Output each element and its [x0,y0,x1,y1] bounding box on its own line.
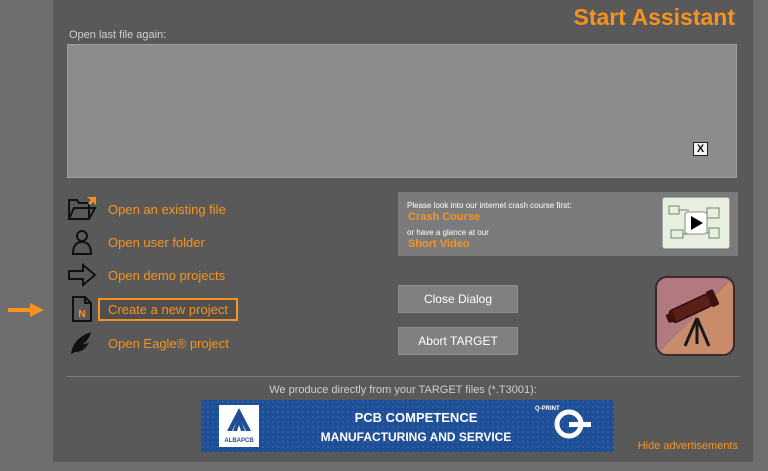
telescope-button[interactable] [655,276,735,356]
create-new-project-label: Create a new project [98,297,238,321]
open-demo-projects-label: Open demo projects [108,267,226,283]
help-info-panel: Please look into our internet crash cour… [398,192,738,256]
video-intro: or have a glance at our [407,228,489,237]
close-dialog-button[interactable]: Close Dialog [398,285,518,313]
arrow-right-icon [67,260,97,290]
crash-course-link[interactable]: Crash Course [408,211,480,223]
banner-subline: MANUFACTURING AND SERVICE [320,430,512,444]
svg-text:N: N [78,309,85,320]
start-assistant-dialog: Start Assistant Open last file again: X … [53,0,753,462]
banner-headline: PCB COMPETENCE [354,410,478,425]
new-file-icon: N [67,294,97,324]
open-existing-file-label: Open an existing file [108,201,226,217]
qprint-logo: Q-PRINT [531,404,609,448]
open-eagle-project-action[interactable]: Open Eagle® project [67,328,387,358]
video-thumbnail[interactable] [662,197,730,249]
dialog-title: Start Assistant [573,4,735,30]
ad-caption: We produce directly from your TARGET fil… [269,384,537,396]
recent-files-list[interactable]: X [67,44,737,178]
hide-advertisements-link[interactable]: Hide advertisements [638,440,738,452]
qprint-logo-text: Q-PRINT [535,406,560,412]
recent-files-label: Open last file again: [69,29,167,41]
open-demo-projects-action[interactable]: Open demo projects [67,260,387,290]
video-play-icon [668,205,720,239]
clear-recent-button[interactable]: X [693,142,708,156]
divider [67,376,739,377]
eagle-icon [67,328,97,358]
open-user-folder-action[interactable]: Open user folder [67,227,387,257]
crash-course-intro: Please look into our internet crash cour… [407,201,572,210]
abort-target-button[interactable]: Abort TARGET [398,327,518,355]
open-user-folder-label: Open user folder [108,234,205,250]
pointer-arrow-icon [8,303,44,317]
open-eagle-project-label: Open Eagle® project [108,335,229,351]
folder-open-icon [67,194,97,224]
open-existing-file-action[interactable]: Open an existing file [67,194,387,224]
create-new-project-action[interactable]: N Create a new project [67,294,387,324]
telescope-icon [657,278,733,354]
advertisement-banner[interactable]: ALBAPCB PCB COMPETENCE MANUFACTURING AND… [201,400,614,452]
short-video-link[interactable]: Short Video [408,238,470,250]
user-icon [67,227,97,257]
